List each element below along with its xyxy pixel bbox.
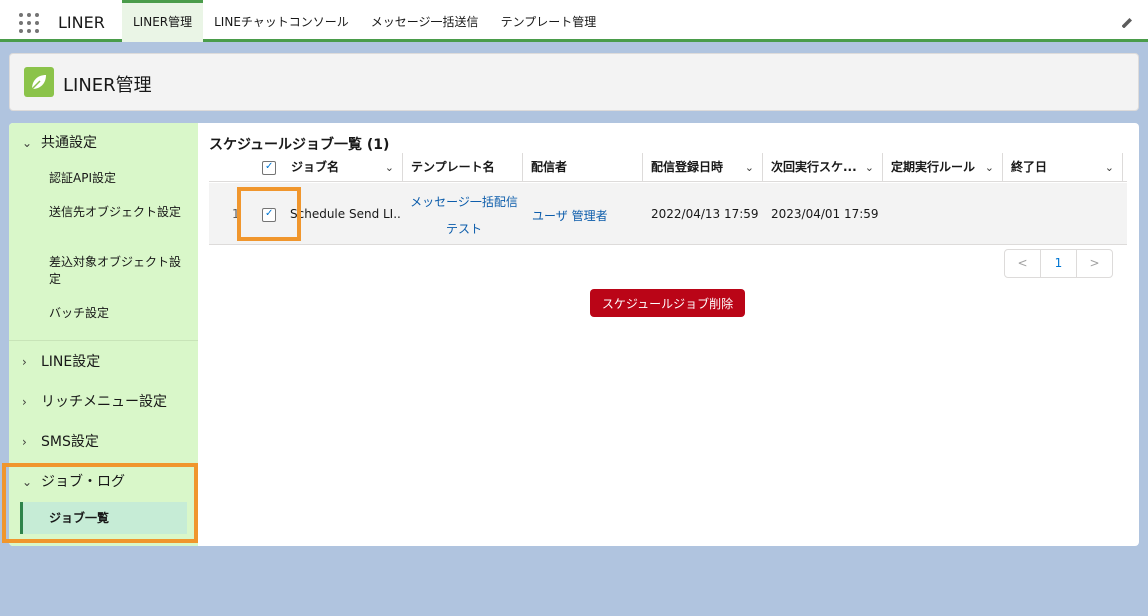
- sidebar-section-label: 共通設定: [41, 135, 97, 151]
- sidebar-item-merge-object[interactable]: 差込対象オブジェクト設定: [49, 254, 189, 288]
- column-label: 配信登録日時: [651, 160, 724, 174]
- next-run-cell: 2023/04/01 17:59: [771, 207, 879, 221]
- chevron-down-icon[interactable]: ⌄: [1105, 153, 1114, 182]
- registered-at-cell: 2022/04/13 17:59: [651, 207, 759, 221]
- column-template-name[interactable]: テンプレート名: [403, 153, 523, 182]
- column-label: ジョブ名: [291, 160, 340, 174]
- column-next-run[interactable]: 次回実行スケ... ⌄: [763, 153, 883, 182]
- sidebar-item-auth-api[interactable]: 認証API設定: [49, 170, 189, 187]
- liner-leaf-icon: [24, 67, 54, 97]
- column-sender[interactable]: 配信者: [523, 153, 643, 182]
- sidebar-section-common[interactable]: ⌄ 共通設定: [9, 128, 198, 158]
- column-label: 次回実行スケ...: [771, 160, 857, 174]
- pagination: < 1 >: [1004, 249, 1113, 278]
- table-row[interactable]: 1 Schedule Send LI... メッセージ一括配信 テスト ユーザ …: [209, 183, 1127, 245]
- sidebar: ⌄ 共通設定 認証API設定 送信先オブジェクト設定 差込対象オブジェクト設定 …: [9, 123, 198, 546]
- column-label: 終了日: [1011, 160, 1048, 174]
- column-label: 配信者: [531, 160, 568, 174]
- next-page-button[interactable]: >: [1076, 250, 1112, 277]
- chevron-right-icon: ›: [22, 395, 27, 409]
- page-title: LINER管理: [63, 75, 152, 96]
- pencil-icon[interactable]: [1120, 16, 1134, 30]
- main-panel: ⌄ 共通設定 認証API設定 送信先オブジェクト設定 差込対象オブジェクト設定 …: [9, 123, 1139, 546]
- column-rule[interactable]: 定期実行ルール ⌄: [883, 153, 1003, 182]
- column-job-name[interactable]: ジョブ名 ⌄: [283, 153, 403, 182]
- sidebar-item-target-object[interactable]: 送信先オブジェクト設定: [49, 204, 189, 221]
- template-name-line: メッセージ一括配信: [410, 195, 518, 209]
- sidebar-section-sms[interactable]: › SMS設定: [9, 427, 198, 457]
- table-header: ジョブ名 ⌄ テンプレート名 配信者 配信登録日時 ⌄ 次回実行スケ... ⌄ …: [209, 153, 1127, 182]
- sidebar-section-joblog[interactable]: ⌄ ジョブ・ログ: [9, 467, 198, 497]
- sidebar-section-label: リッチメニュー設定: [41, 394, 167, 410]
- template-name-line: テスト: [445, 222, 482, 236]
- nav-tabs: LINER管理 LINEチャットコンソール メッセージ一括送信 テンプレート管理: [122, 0, 607, 42]
- prev-page-button[interactable]: <: [1005, 250, 1040, 277]
- app-name: LINER: [58, 13, 105, 32]
- tab-template-admin[interactable]: テンプレート管理: [490, 0, 608, 42]
- job-name-cell: Schedule Send LI...: [290, 207, 400, 221]
- chevron-down-icon[interactable]: ⌄: [385, 153, 394, 182]
- column-label: テンプレート名: [411, 160, 495, 174]
- sidebar-section-line[interactable]: › LINE設定: [9, 347, 198, 377]
- sender-link[interactable]: ユーザ 管理者: [532, 207, 608, 224]
- page-header: LINER管理: [9, 53, 1139, 111]
- page-number-button[interactable]: 1: [1040, 250, 1076, 277]
- template-name-link[interactable]: メッセージ一括配信 テスト: [409, 193, 519, 237]
- sidebar-divider: [9, 340, 198, 341]
- tab-liner-admin[interactable]: LINER管理: [122, 0, 204, 42]
- row-number: 1: [232, 207, 240, 221]
- app-launcher-icon[interactable]: [19, 13, 39, 33]
- row-checkbox[interactable]: [262, 208, 276, 222]
- chevron-down-icon: ⌄: [22, 475, 33, 489]
- sidebar-section-label: LINE設定: [41, 354, 101, 370]
- sidebar-section-label: SMS設定: [41, 434, 99, 450]
- chevron-right-icon: ›: [22, 435, 27, 449]
- chevron-down-icon[interactable]: ⌄: [865, 153, 874, 182]
- sidebar-item-batch[interactable]: バッチ設定: [49, 305, 189, 322]
- sidebar-section-richmenu[interactable]: › リッチメニュー設定: [9, 387, 198, 417]
- tab-line-chat-console[interactable]: LINEチャットコンソール: [203, 0, 360, 42]
- global-nav: LINER LINER管理 LINEチャットコンソール メッセージ一括送信 テン…: [0, 0, 1148, 42]
- select-all-checkbox[interactable]: [262, 161, 276, 175]
- column-end-date[interactable]: 終了日 ⌄: [1003, 153, 1123, 182]
- chevron-down-icon[interactable]: ⌄: [745, 153, 754, 182]
- delete-scheduled-job-button[interactable]: スケジュールジョブ削除: [590, 289, 745, 317]
- content-area: スケジュールジョブ一覧 (1) ジョブ名 ⌄ テンプレート名 配信者 配信登録日…: [209, 123, 1134, 546]
- list-title: スケジュールジョブ一覧 (1): [209, 137, 390, 153]
- tab-bulk-message[interactable]: メッセージ一括送信: [360, 0, 490, 42]
- sidebar-section-label: ジョブ・ログ: [41, 474, 125, 490]
- column-label: 定期実行ルール: [891, 160, 976, 174]
- chevron-down-icon[interactable]: ⌄: [985, 153, 994, 182]
- chevron-right-icon: ›: [22, 355, 27, 369]
- chevron-down-icon: ⌄: [22, 136, 33, 150]
- column-registered-at[interactable]: 配信登録日時 ⌄: [643, 153, 763, 182]
- sidebar-item-job-list[interactable]: ジョブ一覧: [20, 502, 187, 534]
